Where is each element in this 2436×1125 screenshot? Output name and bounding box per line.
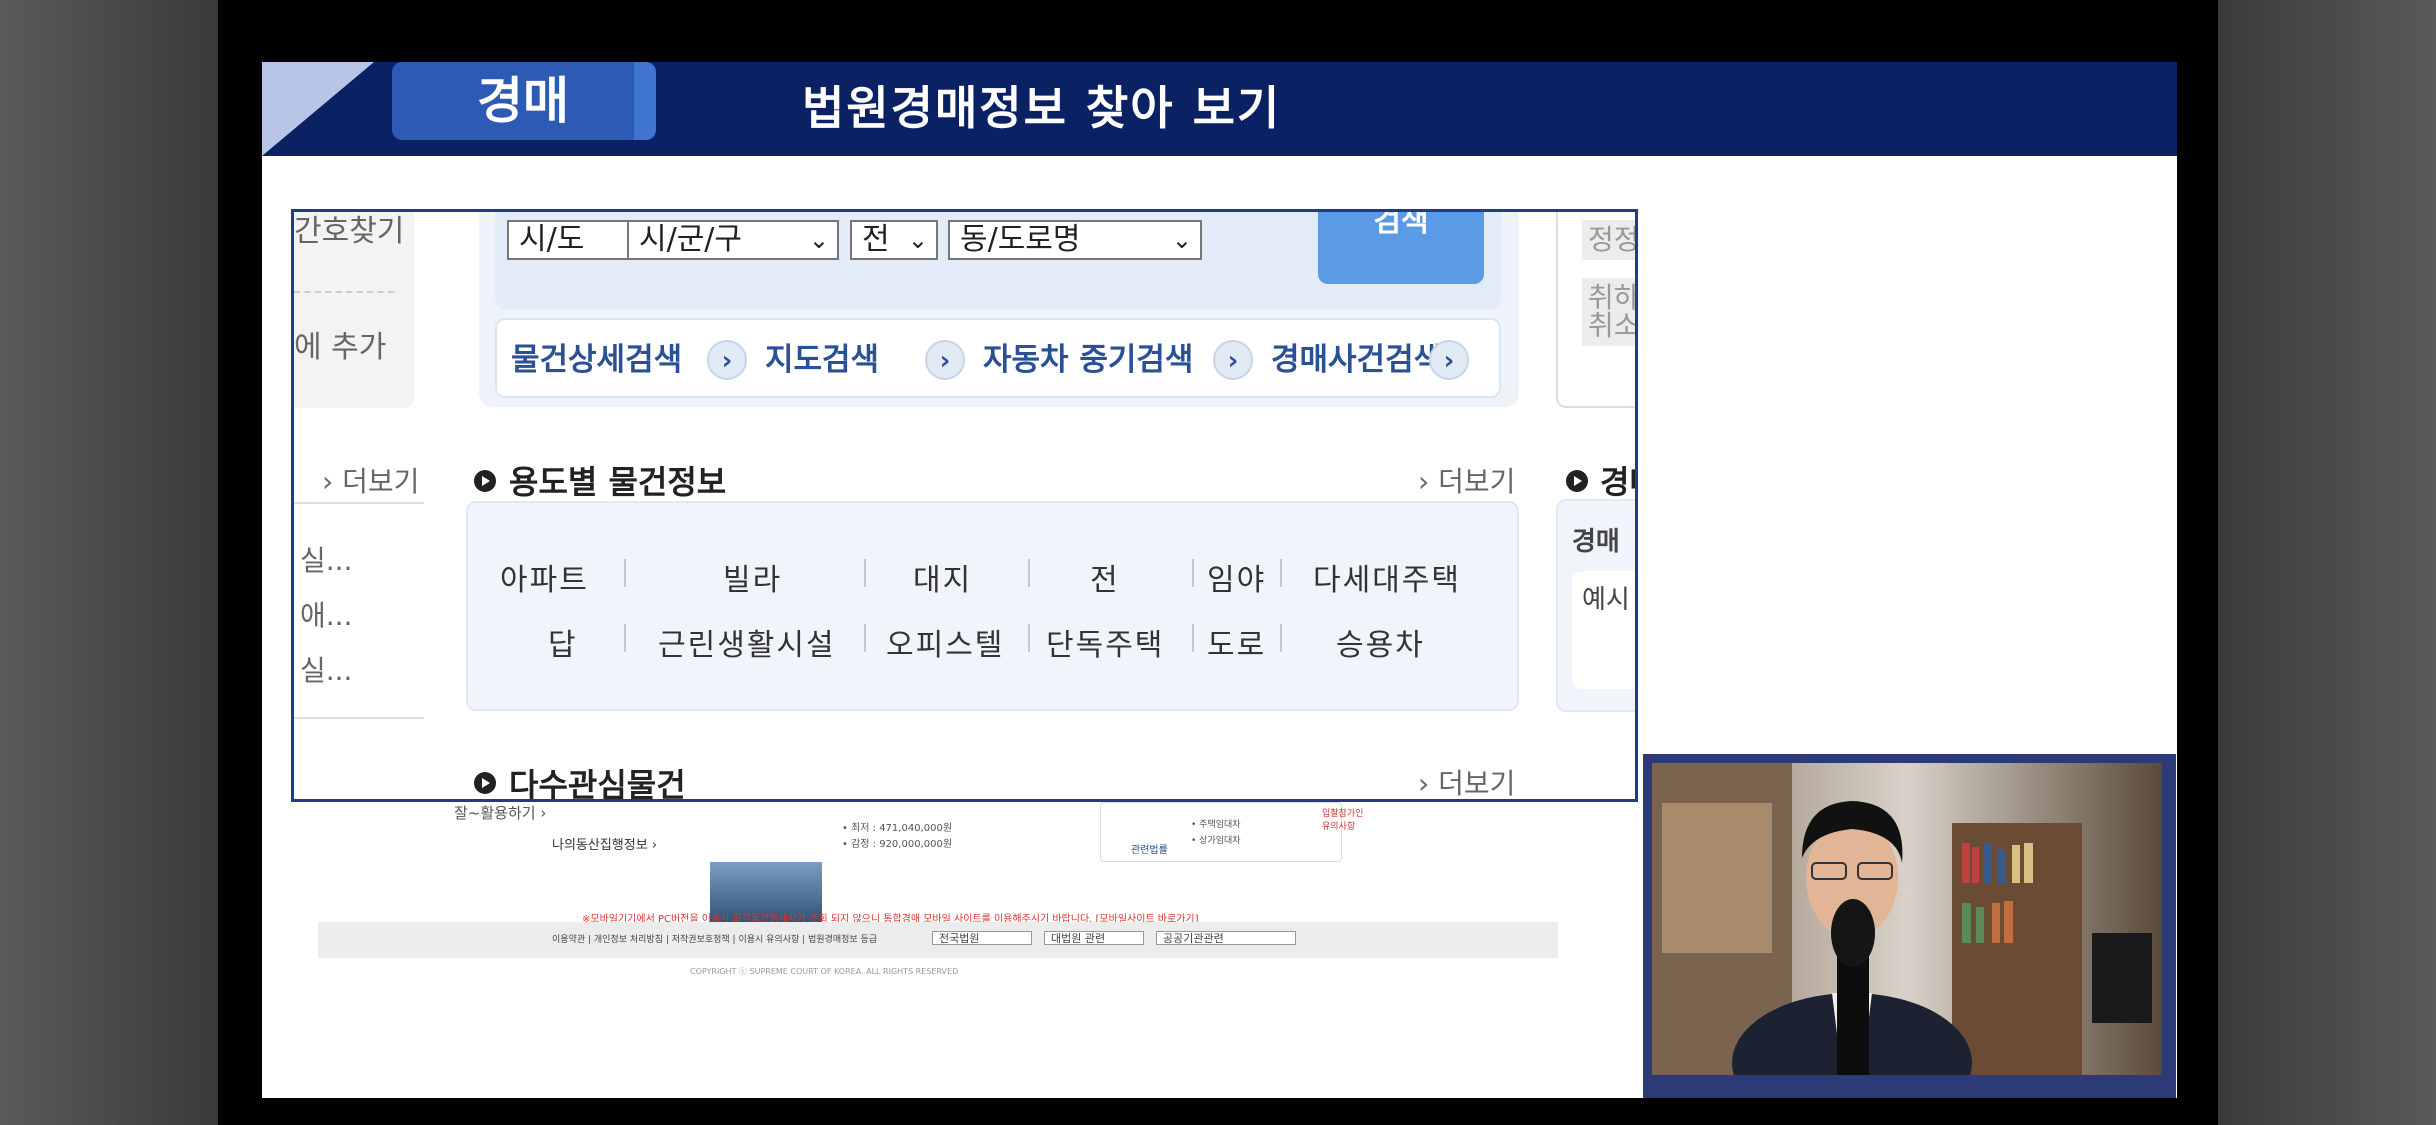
footer-select-public[interactable]: 공공기관관련 xyxy=(1156,931,1296,945)
slide-title: 법원경매정보 찾아 보기 xyxy=(802,81,1282,135)
left-panel-box: 간호찾기 에 추가 xyxy=(294,212,414,408)
search-button[interactable]: 검색 xyxy=(1318,212,1484,284)
section-bullet-icon xyxy=(474,772,496,794)
category-road[interactable]: 도로 xyxy=(1207,620,1266,664)
search-links-bar: 물건상세검색 › 지도검색 › 자동차 중기검색 › 경매사건검색 › xyxy=(495,318,1501,398)
category-apartment[interactable]: 아파트 xyxy=(500,555,589,599)
category-multi-family[interactable]: 다세대주택 xyxy=(1313,555,1461,599)
category-detached[interactable]: 단독주택 xyxy=(1046,620,1164,664)
category-land[interactable]: 대지 xyxy=(913,555,972,599)
category-separator xyxy=(864,624,866,652)
category-more-link[interactable]: › 더보기 xyxy=(1418,460,1515,500)
link-detail-search[interactable]: 물건상세검색 xyxy=(511,330,682,390)
chevron-down-icon: ⌄ xyxy=(808,226,829,254)
select-sigungu-value: 시/군/구 xyxy=(639,222,743,257)
category-separator xyxy=(1280,559,1282,587)
right-section-title: 경매 xyxy=(1600,463,1635,501)
right-chip-cancel[interactable]: 취소 xyxy=(1582,310,1635,346)
footer-select-supreme[interactable]: 대법원 관련 xyxy=(1044,931,1144,945)
category-separator xyxy=(624,559,626,587)
chevron-right-icon[interactable]: › xyxy=(707,340,747,380)
right-info-box: 경매 예시 xyxy=(1556,499,1635,712)
right-panel: 정정 취하 취소 경매 경매 예시 xyxy=(1556,212,1635,799)
footer-select-courts[interactable]: 전국법원 xyxy=(932,931,1032,945)
select-sigungu[interactable]: 시/군/구 ⌄ xyxy=(627,220,839,260)
category-forest[interactable]: 임야 xyxy=(1207,555,1266,599)
select-sido-value: 시/도 xyxy=(519,222,585,257)
category-paddy[interactable]: 답 xyxy=(548,620,578,664)
footer-link-my-info[interactable]: 나의동산집행정보 › xyxy=(552,834,657,853)
right-chip-correction[interactable]: 정정 xyxy=(1582,220,1635,260)
video-letterbox-left xyxy=(0,0,218,1125)
header-tag: 경매 xyxy=(392,62,654,140)
chevron-right-icon[interactable]: › xyxy=(1213,340,1253,380)
search-button-label: 검색 xyxy=(1373,212,1429,239)
law-label: 관련법률 xyxy=(1131,845,1168,856)
category-separator xyxy=(1028,624,1030,652)
header-tag-stripe xyxy=(634,62,656,140)
zoomed-screenshot-frame: 간호찾기 에 추가 › 더보기 실... 애... 실... 시/도 ⌄ 시/군/… xyxy=(291,209,1638,802)
footer-links[interactable]: 이용약관 | 개인정보 처리방침 | 저작권보호정책 | 이용시 유의사항 | … xyxy=(552,932,877,945)
popular-section-title: 다수관심물건 xyxy=(509,766,686,802)
footer-link-guide[interactable]: 잘~활용하기 › xyxy=(454,802,546,823)
webcam-overlay xyxy=(1643,754,2176,1098)
left-panel-item-2[interactable]: 에 추가 xyxy=(294,322,386,366)
category-separator xyxy=(864,559,866,587)
slide-header: 경매 법원경매정보 찾아 보기 xyxy=(262,62,2177,156)
left-panel-line-bottom xyxy=(294,717,424,719)
header-corner-triangle xyxy=(262,62,374,156)
chevron-down-icon: ⌄ xyxy=(1171,226,1192,254)
category-separator xyxy=(1192,624,1194,652)
link-map-search[interactable]: 지도검색 xyxy=(765,330,879,390)
popular-more-link[interactable]: › 더보기 xyxy=(1418,762,1515,799)
left-list-item-1[interactable]: 실... xyxy=(300,539,352,579)
right-box-text: 예시 xyxy=(1582,585,1630,615)
search-panel: 시/도 ⌄ 시/군/구 ⌄ 전⌄ 동/도로명 ⌄ 검색 물건상세검색 › 지도검색 ›… xyxy=(479,212,1519,407)
category-field[interactable]: 전 xyxy=(1090,555,1120,599)
category-officetel[interactable]: 오피스텔 xyxy=(886,620,1004,664)
left-panel-divider xyxy=(294,291,394,293)
category-car[interactable]: 승용차 xyxy=(1336,620,1425,664)
link-vehicle-search[interactable]: 자동차 중기검색 xyxy=(983,330,1193,390)
link-case-search[interactable]: 경매사건검색 xyxy=(1271,330,1442,390)
select-type[interactable]: 전 ⌄ xyxy=(850,220,938,260)
right-box-title: 경매 xyxy=(1572,527,1620,557)
left-panel-line xyxy=(294,502,424,504)
price-appraisal: • 감정 : 920,000,000원 xyxy=(842,839,953,850)
price-min: • 최저 : 471,040,000원 xyxy=(842,823,953,834)
chevron-right-icon[interactable]: › xyxy=(1429,340,1469,380)
left-list-item-2[interactable]: 애... xyxy=(300,594,352,634)
bidder-notice-badge[interactable]: 입찰참가인 유의사항 xyxy=(1322,806,1372,832)
category-separator xyxy=(1192,559,1194,587)
category-villa[interactable]: 빌라 xyxy=(723,555,782,599)
left-panel-more-link[interactable]: › 더보기 xyxy=(322,460,419,500)
category-section-title: 용도별 물건정보 xyxy=(509,463,727,501)
category-separator xyxy=(624,624,626,652)
right-panel-box: 정정 취하 취소 xyxy=(1556,212,1635,408)
webcam-video xyxy=(1652,763,2162,1075)
category-grid: 아파트 빌라 대지 전 임야 다세대주택 답 근린생활시설 오피스텔 단독주택 … xyxy=(466,501,1519,711)
chevron-down-icon: ⌄ xyxy=(907,226,928,254)
video-letterbox-right xyxy=(2218,0,2436,1125)
law-item-1[interactable]: • 주택임대차 xyxy=(1191,817,1241,830)
right-box-inner: 예시 xyxy=(1572,571,1635,689)
select-dong[interactable]: 동/도로명 ⌄ xyxy=(948,220,1202,260)
select-type-value: 전 xyxy=(862,222,890,257)
left-list-item-3[interactable]: 실... xyxy=(300,649,352,689)
category-separator xyxy=(1280,624,1282,652)
law-box[interactable]: 관련법률 • 주택임대차 • 상가임대차 xyxy=(1100,802,1342,862)
section-bullet-icon xyxy=(1566,470,1588,492)
category-neighborhood[interactable]: 근린생활시설 xyxy=(658,620,836,664)
category-separator xyxy=(1028,559,1030,587)
left-panel-item-1[interactable]: 간호찾기 xyxy=(294,212,404,250)
copyright: COPYRIGHT ⓒ SUPREME COURT OF KOREA. ALL … xyxy=(690,967,959,976)
select-dong-value: 동/도로명 xyxy=(960,222,1081,257)
law-item-2[interactable]: • 상가임대차 xyxy=(1191,833,1241,846)
left-panel: 간호찾기 에 추가 › 더보기 실... 애... 실... xyxy=(294,212,424,799)
presenter-video-frame xyxy=(1652,763,2162,1075)
section-bullet-icon xyxy=(474,470,496,492)
chevron-right-icon[interactable]: › xyxy=(925,340,965,380)
